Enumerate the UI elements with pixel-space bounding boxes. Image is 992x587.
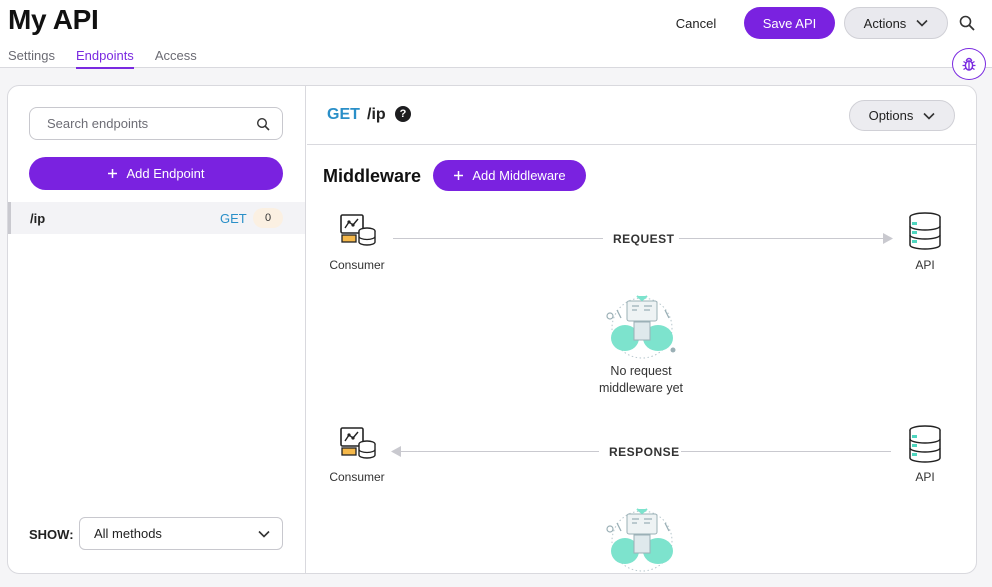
- request-consumer-label: Consumer: [329, 258, 385, 272]
- empty-middleware-illustration: [606, 508, 673, 572]
- endpoint-method-title: GET: [327, 106, 360, 123]
- response-line-left: [399, 451, 599, 452]
- database-icon: [909, 425, 941, 463]
- search-icon[interactable]: [958, 14, 976, 32]
- method-filter-select[interactable]: All methods: [79, 517, 283, 550]
- debug-button[interactable]: [952, 48, 986, 80]
- middleware-title: Middleware: [323, 166, 422, 186]
- endpoint-middleware-count: 0: [253, 208, 283, 228]
- options-label: Options: [868, 108, 914, 123]
- endpoint-list-item[interactable]: /ip GET 0: [8, 202, 305, 234]
- add-middleware-button[interactable]: Add Middleware: [433, 160, 586, 191]
- empty-middleware-illustration: [606, 295, 676, 359]
- chevron-down-icon: [258, 530, 270, 538]
- cancel-button[interactable]: Cancel: [666, 7, 726, 39]
- consumer-icon: [340, 427, 376, 459]
- arrow-right-icon: [883, 233, 893, 244]
- consumer-icon: [340, 214, 376, 246]
- tab-endpoints[interactable]: Endpoints: [75, 48, 134, 69]
- add-endpoint-button[interactable]: Add Endpoint: [29, 157, 283, 190]
- endpoint-method: GET: [220, 210, 247, 226]
- tab-settings[interactable]: Settings: [8, 48, 55, 69]
- request-line-left: [393, 238, 603, 239]
- request-empty-line-1: No request: [610, 364, 672, 378]
- chevron-down-icon: [916, 19, 928, 27]
- chevron-down-icon: [923, 112, 935, 120]
- show-filter-label: SHOW:: [29, 527, 74, 542]
- search-icon: [256, 117, 270, 131]
- add-middleware-label: Add Middleware: [472, 168, 566, 183]
- actions-button[interactable]: Actions: [844, 7, 948, 39]
- nav-tabs: Settings Endpoints Access: [8, 48, 218, 69]
- database-icon: [909, 212, 941, 250]
- plus-icon: [454, 171, 464, 180]
- plus-icon: [108, 169, 118, 178]
- top-bar: My API Settings Endpoints Access Cancel …: [0, 0, 992, 69]
- search-input[interactable]: [47, 116, 256, 131]
- bug-icon: [962, 57, 976, 71]
- endpoint-header: GET /ip ? Options: [307, 86, 976, 145]
- endpoint-search-box[interactable]: [29, 107, 283, 140]
- help-icon[interactable]: ?: [395, 106, 411, 122]
- endpoint-path-title: /ip: [367, 106, 386, 123]
- response-flow-label: RESPONSE: [609, 445, 680, 459]
- method-filter-value: All methods: [94, 526, 162, 541]
- page-title: My API: [8, 4, 99, 35]
- actions-label: Actions: [863, 15, 907, 31]
- endpoints-panel: Add Endpoint /ip GET 0 SHOW: All methods…: [7, 85, 977, 574]
- endpoint-detail: GET /ip ? Options Middleware Add Middlew…: [307, 86, 976, 573]
- request-line-right: [679, 238, 889, 239]
- request-empty-line-2: middleware yet: [598, 381, 684, 395]
- response-consumer-label: Consumer: [329, 470, 385, 484]
- save-api-button[interactable]: Save API: [744, 7, 835, 39]
- endpoint-path: /ip: [30, 210, 46, 226]
- add-endpoint-label: Add Endpoint: [126, 166, 205, 181]
- request-flow-label: REQUEST: [613, 232, 675, 246]
- response-line-right: [681, 451, 891, 452]
- tab-access[interactable]: Access: [155, 48, 197, 69]
- response-api-label: API: [915, 470, 935, 484]
- request-api-label: API: [915, 258, 935, 272]
- endpoint-sidebar: Add Endpoint /ip GET 0 SHOW: All methods: [8, 86, 306, 573]
- options-button[interactable]: Options: [849, 100, 955, 131]
